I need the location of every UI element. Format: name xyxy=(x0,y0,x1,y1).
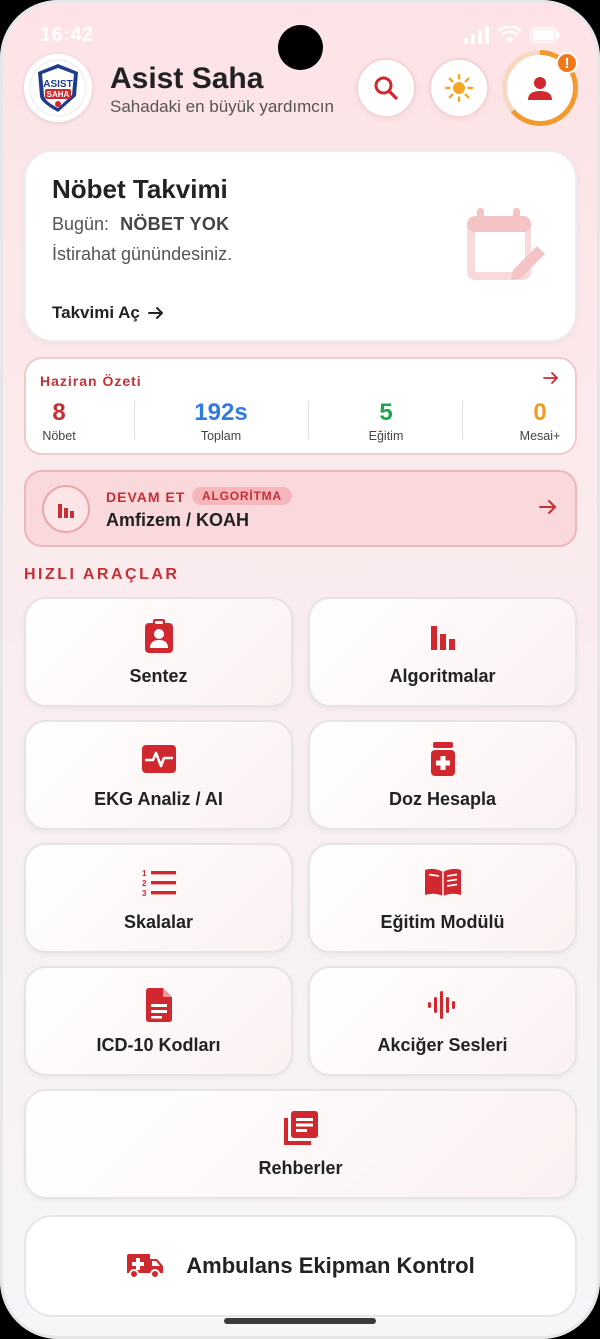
tool-algoritmalar[interactable]: Algoritmalar xyxy=(308,597,577,707)
continue-card[interactable]: DEVAM ET ALGORİTMA Amfizem / KOAH xyxy=(24,470,577,547)
stat-overtime: 0 Mesai+ xyxy=(508,399,572,443)
arrow-right-icon xyxy=(539,500,556,514)
stat-value: 8 xyxy=(52,399,66,426)
search-button[interactable] xyxy=(356,58,416,118)
calendar-description: İstirahat günündesiniz. xyxy=(52,244,233,264)
svg-text:3: 3 xyxy=(142,889,147,897)
monthly-summary-card[interactable]: Haziran Özeti 8 Nöbet 192s Toplam 5 Eğit… xyxy=(24,357,577,455)
divider xyxy=(462,401,463,439)
ambulance-equipment-check-button[interactable]: Ambulans Ekipman Kontrol xyxy=(24,1215,577,1317)
quick-tools-title: HIZLI ARAÇLAR xyxy=(24,566,180,583)
tool-egitim-modulu[interactable]: Eğitim Modülü xyxy=(308,843,577,953)
stat-value: 0 xyxy=(533,399,547,426)
tool-rehberler[interactable]: Rehberler xyxy=(24,1089,577,1199)
numbered-list-icon: 1 2 3 xyxy=(142,869,176,897)
tool-label: EKG Analiz / AI xyxy=(94,788,223,809)
tool-label: Sentez xyxy=(129,665,188,686)
logo-text-top: ASIST xyxy=(43,79,72,90)
status-time: 16:42 xyxy=(40,24,94,46)
tool-label: Rehberler xyxy=(258,1157,343,1178)
open-calendar-link[interactable]: Takvimi Aç xyxy=(52,303,164,323)
tool-sentez[interactable]: Sentez xyxy=(24,597,293,707)
home-indicator[interactable] xyxy=(224,1318,376,1324)
sun-icon xyxy=(444,73,474,103)
library-books-icon xyxy=(283,1110,318,1145)
user-icon xyxy=(528,77,552,100)
tool-label: Skalalar xyxy=(123,911,194,932)
arrow-right-icon xyxy=(147,307,163,319)
open-calendar-label: Takvimi Aç xyxy=(52,303,140,322)
summary-title: Haziran Özeti xyxy=(40,373,142,389)
svg-text:2: 2 xyxy=(142,879,147,888)
tool-label: Doz Hesapla xyxy=(388,788,497,809)
tool-label: Algoritmalar xyxy=(389,665,496,686)
phone-screen: 16:42 ASIST SAHA Asist Saha Sahadaki en … xyxy=(0,0,600,1339)
tool-akciger-sesleri[interactable]: Akciğer Sesleri xyxy=(308,966,577,1076)
app-subtitle: Sahadaki en büyük yardımcın xyxy=(110,97,334,116)
document-icon xyxy=(145,987,172,1022)
notification-badge: ! xyxy=(556,52,578,74)
calendar-edit-icon xyxy=(467,208,545,280)
today-label: Bugün: xyxy=(52,214,110,234)
tool-label: ICD-10 Kodları xyxy=(96,1034,221,1055)
ambulance-label: Ambulans Ekipman Kontrol xyxy=(186,1253,475,1278)
tool-label: Eğitim Modülü xyxy=(380,911,505,932)
wifi-icon xyxy=(498,26,522,43)
search-icon xyxy=(374,76,398,100)
signal-icon xyxy=(464,26,489,44)
sound-wave-icon xyxy=(427,990,455,1019)
ambulance-icon xyxy=(127,1254,164,1279)
stat-training: 5 Eğitim xyxy=(346,399,426,443)
bar-chart-icon xyxy=(58,504,74,518)
app-logo: ASIST SAHA xyxy=(24,54,92,122)
status-icons xyxy=(464,26,560,44)
battery-icon xyxy=(530,27,560,43)
tool-label: Akciğer Sesleri xyxy=(377,1034,508,1055)
calendar-today: Bugün: NÖBET YOK xyxy=(52,214,229,235)
arrow-right-icon xyxy=(543,372,558,384)
stat-label: Toplam xyxy=(200,429,242,443)
calendar-title: Nöbet Takvimi xyxy=(52,174,228,204)
continue-item-name: Amfizem / KOAH xyxy=(106,510,250,530)
tool-skalalar[interactable]: 1 2 3 Skalalar xyxy=(24,843,293,953)
medicine-bottle-icon xyxy=(430,741,455,776)
algorithm-badge: ALGORİTMA xyxy=(192,487,292,505)
divider xyxy=(308,401,309,439)
theme-toggle-button[interactable] xyxy=(429,58,489,118)
bar-chart-icon xyxy=(430,625,455,650)
divider xyxy=(134,401,135,439)
continue-icon-circle xyxy=(42,485,90,533)
clipboard-user-icon xyxy=(144,618,173,653)
front-camera xyxy=(278,25,323,70)
stat-label: Eğitim xyxy=(368,429,404,443)
tool-ekg-analiz[interactable]: EKG Analiz / AI xyxy=(24,720,293,830)
stat-value: 5 xyxy=(379,399,393,426)
app-title: Asist Saha xyxy=(110,62,264,95)
stat-label: Mesai+ xyxy=(519,429,561,443)
svg-text:1: 1 xyxy=(142,869,147,878)
heart-pulse-icon xyxy=(141,744,176,773)
stat-value: 192s xyxy=(194,399,248,426)
tool-doz-hesapla[interactable]: Doz Hesapla xyxy=(308,720,577,830)
open-book-icon xyxy=(424,868,461,896)
logo-text-bottom: SAHA xyxy=(47,90,70,99)
today-value: NÖBET YOK xyxy=(120,214,230,234)
stat-shifts: 8 Nöbet xyxy=(34,399,84,443)
tool-icd10-kodlari[interactable]: ICD-10 Kodları xyxy=(24,966,293,1076)
continue-label: DEVAM ET xyxy=(106,489,186,505)
shift-calendar-card[interactable]: Nöbet Takvimi Bugün: NÖBET YOK İstirahat… xyxy=(24,150,577,342)
stat-label: Nöbet xyxy=(42,429,76,443)
stat-total-hours: 192s Toplam xyxy=(176,399,266,443)
